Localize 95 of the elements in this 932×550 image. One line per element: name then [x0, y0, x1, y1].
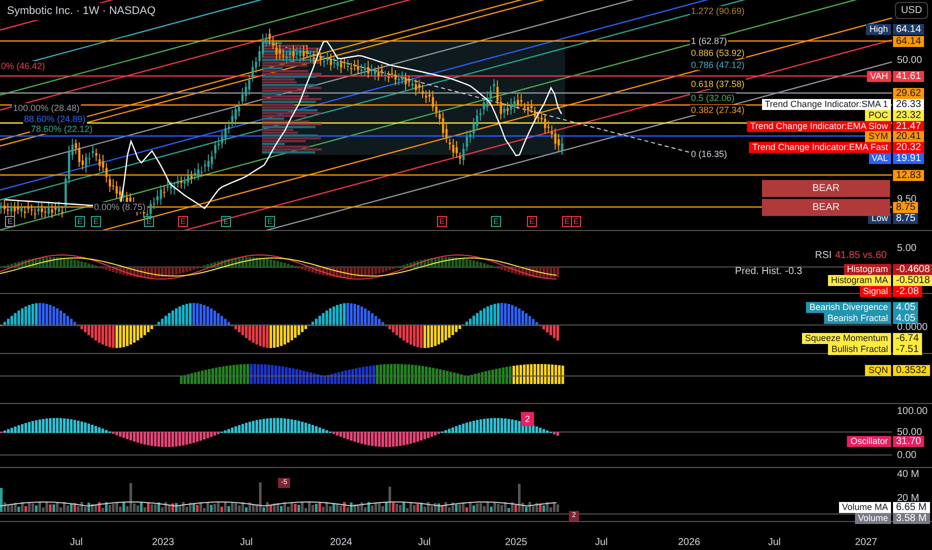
axis-tick: 40 M — [897, 469, 920, 480]
price-tag: 41.61 — [893, 71, 924, 82]
earnings-marker[interactable]: E — [221, 216, 231, 227]
predicted-histogram-value: -0.3 — [785, 265, 802, 279]
indicator-label: VAL — [868, 153, 891, 164]
indicator-label: Squeeze Momentum — [802, 333, 891, 344]
axis-tick: 50.00 — [897, 427, 922, 438]
time-axis-label: Jul — [70, 536, 83, 550]
price-tag: 8.75 — [893, 202, 918, 213]
indicator-label: Volume — [854, 513, 891, 524]
time-axis-label: Jul — [418, 536, 431, 550]
bear-signal-box: BEAR — [762, 199, 890, 216]
price-tag: 21.47 — [893, 121, 924, 132]
price-tag: 29.62 — [893, 88, 924, 99]
fib-extension-label: 0.382 (27.34) — [690, 105, 746, 115]
fib-extension-label: 1 (62.87) — [690, 36, 728, 46]
fib-extension-label: 0 (16.35) — [690, 149, 728, 159]
price-tag: 12.83 — [893, 170, 924, 181]
price-tag: 4.05 — [893, 302, 918, 313]
indicator-label: Bullish Fractal — [828, 344, 891, 355]
earnings-marker[interactable]: E — [144, 216, 154, 227]
time-axis-label: Jul — [240, 536, 253, 550]
time-axis-label: 2027 — [855, 536, 878, 550]
earnings-marker[interactable]: E — [75, 216, 85, 227]
bear-signal-box: BEAR — [762, 180, 890, 197]
indicator-label: Histogram MA — [828, 275, 891, 286]
indicator-label: Trend Change Indicator:EMA Slow — [747, 121, 891, 132]
chart-title: Symbotic Inc. · 1W · NASDAQ — [5, 3, 158, 20]
axis-tick: 20 M — [897, 493, 920, 504]
fib-extension-label: 0.786 (47.12) — [690, 60, 746, 70]
price-tag: 26.33 — [893, 99, 924, 110]
fib-extension-label: 0.618 (37.58) — [690, 79, 746, 89]
price-tag: 20.41 — [893, 131, 924, 142]
indicator-label: Trend Change Indicator:SMA 1 — [762, 99, 891, 110]
price-tag: 31.70 — [893, 436, 924, 447]
fib-level-label: 0.00% (8.75) — [93, 202, 147, 212]
indicator-label: Signal — [860, 286, 891, 297]
price-tag: 64.14 — [893, 24, 924, 35]
rsi-value: 41.85 vs.60 — [835, 249, 887, 263]
price-tag: -6.74 — [893, 333, 922, 344]
earnings-marker[interactable]: E — [178, 216, 188, 227]
price-tag: -2.08 — [893, 286, 922, 297]
time-axis-label: Jul — [595, 536, 608, 550]
price-tag: 0.3532 — [893, 365, 930, 376]
price-tag: 6.65 M — [893, 502, 930, 513]
fib-extension-label: 0.5 (32.06) — [690, 93, 736, 103]
earnings-marker[interactable]: E — [437, 216, 447, 227]
price-tag: 19.91 — [893, 153, 924, 164]
indicator-label: VAH — [867, 71, 891, 82]
axis-tick: 50.00 — [897, 55, 922, 66]
earnings-marker[interactable]: E — [571, 216, 581, 227]
indicator-label: Volume MA — [838, 502, 891, 513]
fib-extension-label: 1.272 (90.69) — [690, 6, 746, 16]
time-axis-label: 2024 — [330, 536, 352, 550]
earnings-marker[interactable]: E — [91, 216, 101, 227]
indicator-label: Bearish Fractal — [824, 313, 891, 324]
axis-tick: 100.00 — [897, 406, 928, 417]
indicator-label: Trend Change Indicator:EMA Fast — [749, 142, 891, 153]
axis-tick: 0.0000 — [897, 322, 928, 333]
price-tag: 3.58 M — [893, 513, 930, 524]
price-tag: 64.14 — [893, 36, 924, 47]
predicted-histogram-label: Pred. Hist. — [735, 265, 782, 279]
price-tag: -0.4608 — [893, 264, 932, 275]
earnings-marker[interactable]: E — [5, 216, 15, 227]
fib-level-label: 0% (46.42) — [0, 61, 46, 71]
indicator-label: SQN — [865, 365, 891, 376]
fib-extension-label: 0.886 (53.92) — [690, 48, 746, 58]
price-tag: -0.5018 — [893, 275, 932, 286]
oscillator-marker: 2 — [521, 412, 534, 426]
price-tag: 4.05 — [893, 313, 918, 324]
earnings-marker[interactable]: E — [562, 216, 572, 227]
fib-level-label: 88.60% (24.89) — [23, 114, 87, 124]
time-axis-label: 2026 — [678, 536, 700, 550]
indicator-label: Bearish Divergence — [806, 302, 891, 313]
price-tag: -7.51 — [893, 344, 922, 355]
time-axis-label: 2025 — [505, 536, 528, 550]
indicator-label: Oscillator — [847, 436, 891, 447]
indicator-label: POC — [865, 110, 891, 121]
price-tag: 23.32 — [893, 110, 924, 121]
fib-level-label: 78.60% (22.12) — [30, 124, 94, 134]
fib-level-label: 100.00% (28.48) — [12, 103, 81, 113]
currency-button[interactable]: USD — [895, 2, 928, 19]
rsi-label: RSI — [815, 249, 832, 263]
earnings-marker[interactable]: E — [491, 216, 501, 227]
time-axis-label: 2023 — [152, 536, 174, 550]
axis-tick: 0.00 — [897, 450, 916, 461]
indicator-label: Histogram — [844, 264, 891, 275]
indicator-label: SYM — [865, 131, 891, 142]
indicator-label: High — [866, 24, 891, 35]
axis-tick: 5.00 — [897, 243, 916, 254]
price-tag: 20.32 — [893, 142, 924, 153]
price-tag: 8.75 — [893, 213, 918, 224]
earnings-marker[interactable]: E — [265, 216, 275, 227]
time-axis-label: Jul — [768, 536, 781, 550]
earnings-marker[interactable]: E — [527, 216, 537, 227]
